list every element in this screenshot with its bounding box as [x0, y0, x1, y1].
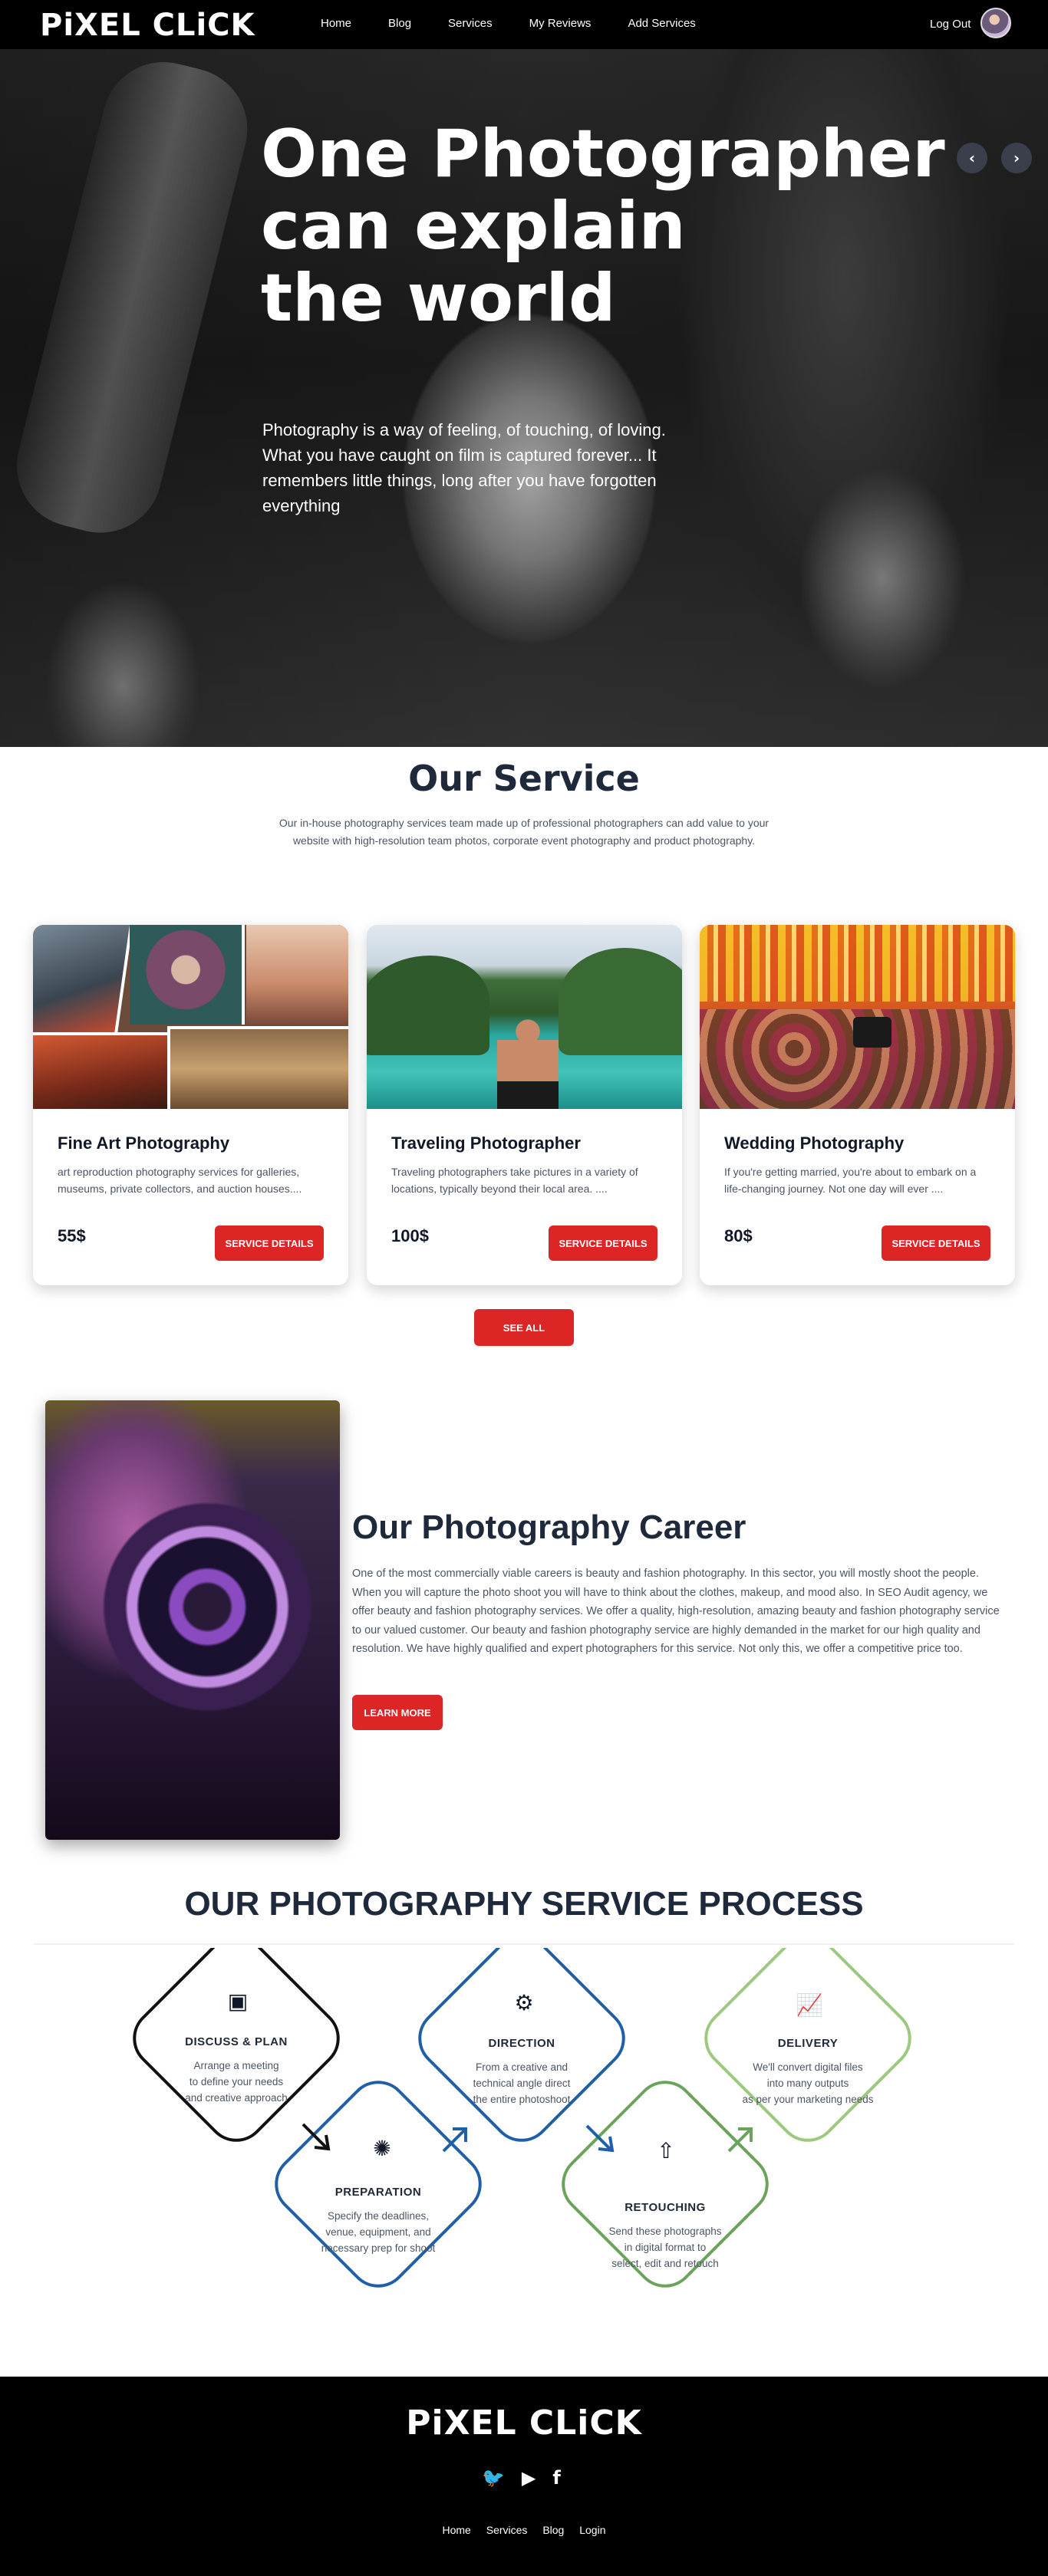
service-section-title: Our Service	[408, 758, 640, 799]
process-step-desc: From a creative and technical angle dire…	[473, 2061, 571, 2105]
service-details-button[interactable]: SERVICE DETAILS	[549, 1225, 657, 1261]
footer-home-link[interactable]: Home	[442, 2524, 470, 2536]
facebook-icon[interactable]: f	[552, 2467, 560, 2489]
process-arrow	[442, 2129, 466, 2153]
process-step-title: DELIVERY	[777, 2037, 839, 2050]
chevron-left-icon: ‹	[968, 149, 976, 167]
service-details-button[interactable]: SERVICE DETAILS	[215, 1225, 324, 1261]
process-step-retouching: RETOUCHING Send these photographs in dig…	[581, 2201, 750, 2272]
footer: PiXEL CLiCK 🐦 ▶ f Home Services Blog Log…	[0, 2377, 1048, 2576]
service-card-traveling: Traveling Photographer Traveling photogr…	[367, 925, 682, 1285]
service-card-title: Fine Art Photography	[58, 1133, 230, 1153]
process-step-title: PREPARATION	[335, 2186, 422, 2199]
chevron-right-icon: ›	[1013, 149, 1020, 167]
service-card-fine-art: Fine Art Photography art reproduction ph…	[33, 925, 348, 1285]
service-card-image	[367, 925, 682, 1109]
hero-title: One Photographer can explain the world	[261, 116, 945, 337]
lightbulb-icon: ✺	[373, 2136, 391, 2161]
service-card-desc: If you're getting married, you're about …	[724, 1166, 977, 1195]
see-all-button[interactable]: SEE ALL	[474, 1309, 574, 1346]
service-card-image	[700, 925, 1015, 1109]
process-step-delivery: DELIVERY We'll convert digital files int…	[723, 2037, 892, 2107]
process-step-desc: Arrange a meeting to define your needs a…	[185, 2060, 288, 2104]
footer-links: Home Services Blog Login	[0, 2524, 1048, 2536]
carousel-prev-button[interactable]: ‹	[957, 143, 987, 173]
brain-gear-icon: ⚙	[514, 1990, 534, 2015]
process-arrow	[727, 2129, 751, 2153]
process-step-desc: We'll convert digital files into many ou…	[742, 2061, 874, 2105]
user-avatar[interactable]	[980, 8, 1011, 38]
presentation-icon: ▣	[227, 1989, 249, 2014]
service-details-button[interactable]: SERVICE DETAILS	[882, 1225, 990, 1261]
brand-logo[interactable]: PiXEL CLiCK	[40, 8, 255, 43]
youtube-icon[interactable]: ▶	[522, 2467, 536, 2489]
process-title: OUR PHOTOGRAPHY SERVICE PROCESS	[184, 1885, 864, 1923]
logout-link[interactable]: Log Out	[930, 18, 971, 31]
navbar: PiXEL CLiCK Home Blog Services My Review…	[0, 0, 1048, 49]
service-card-desc: Traveling photographers take pictures in…	[391, 1166, 638, 1195]
nav-home-link[interactable]: Home	[321, 17, 351, 30]
service-card-price: 55$	[58, 1226, 86, 1245]
process-step-title: DIRECTION	[488, 2037, 555, 2050]
service-card-image	[33, 925, 348, 1109]
process-step-title: RETOUCHING	[625, 2201, 706, 2214]
process-step-desc: Specify the deadlines, venue, equipment,…	[321, 2210, 436, 2254]
learn-more-button[interactable]: LEARN MORE	[352, 1695, 443, 1730]
hero-banner: One Photographer can explain the world P…	[0, 49, 1048, 747]
service-section-subtitle: Our in-house photography services team m…	[278, 817, 770, 847]
process-step-direction: DIRECTION From a creative and technical …	[437, 2037, 606, 2107]
divider	[34, 1943, 1014, 1945]
nav-blog-link[interactable]: Blog	[388, 17, 411, 30]
service-card-title: Traveling Photographer	[391, 1133, 581, 1153]
service-card-price: 100$	[391, 1226, 429, 1245]
footer-services-link[interactable]: Services	[486, 2524, 528, 2536]
footer-logo[interactable]: PiXEL CLiCK	[0, 2403, 1048, 2443]
nav-links: Home Blog Services My Reviews Add Servic…	[321, 17, 733, 30]
process-step-discuss-plan: DISCUSS & PLAN Arrange a meeting to defi…	[152, 2035, 321, 2106]
service-card-desc: art reproduction photography services fo…	[58, 1166, 302, 1195]
career-title: Our Photography Career	[352, 1508, 746, 1546]
nav-my-reviews-link[interactable]: My Reviews	[529, 17, 592, 30]
growth-chart-icon: 📈	[796, 1992, 823, 2018]
career-camera-lens-image	[45, 1400, 340, 1840]
carousel-next-button[interactable]: ›	[1001, 143, 1032, 173]
service-card-price: 80$	[724, 1226, 753, 1245]
twitter-icon[interactable]: 🐦	[482, 2467, 505, 2489]
hero-text: Photography is a way of feeling, of touc…	[262, 420, 666, 515]
career-text: One of the most commercially viable care…	[352, 1568, 1000, 1655]
service-card-title: Wedding Photography	[724, 1133, 905, 1153]
footer-blog-link[interactable]: Blog	[542, 2524, 564, 2536]
process-step-preparation: PREPARATION Specify the deadlines, venue…	[294, 2186, 463, 2256]
process-step-desc: Send these photographs in digital format…	[608, 2226, 722, 2269]
process-step-title: DISCUSS & PLAN	[185, 2035, 288, 2048]
social-links: 🐦 ▶ f	[482, 2467, 561, 2489]
footer-login-link[interactable]: Login	[579, 2524, 605, 2536]
nav-services-link[interactable]: Services	[448, 17, 493, 30]
service-card-wedding: Wedding Photography If you're getting ma…	[700, 925, 1015, 1285]
rocket-icon: ⇧	[657, 2138, 675, 2163]
nav-add-services-link[interactable]: Add Services	[628, 17, 695, 30]
